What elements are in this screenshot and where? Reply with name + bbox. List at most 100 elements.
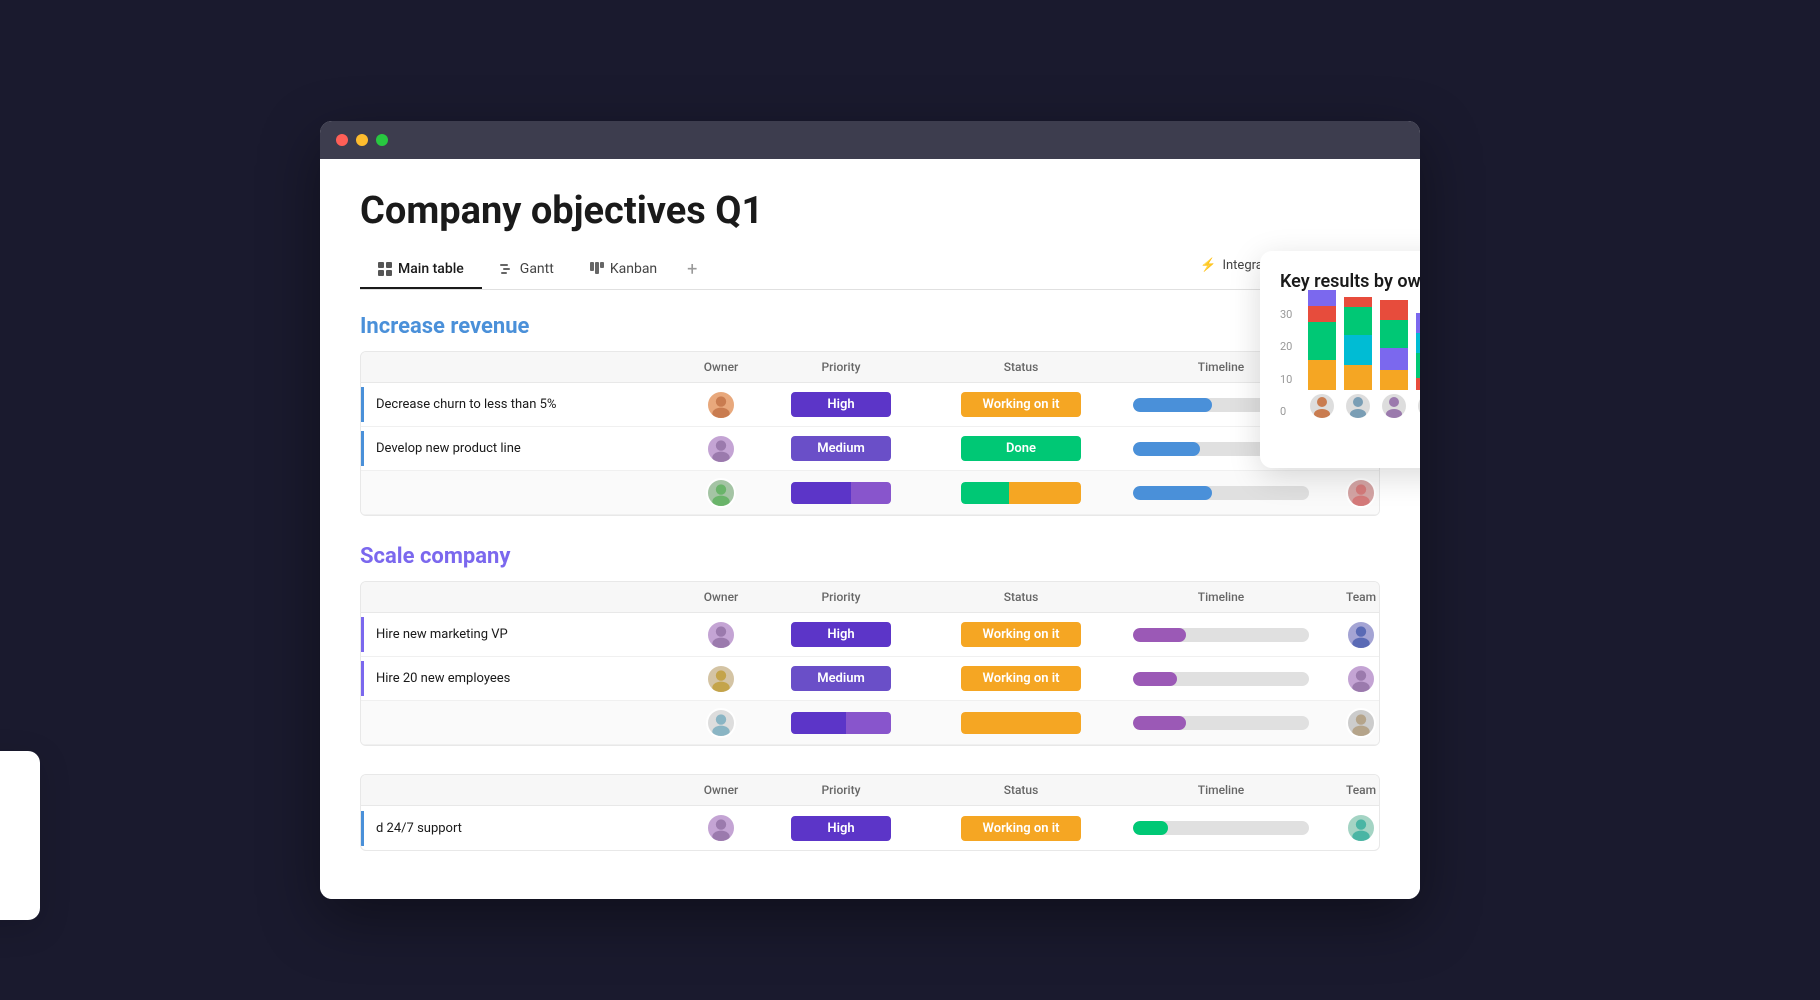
col-status-2: Status	[921, 582, 1121, 612]
scale-timeline-container-1	[1133, 628, 1309, 642]
row-status-2[interactable]: Done	[921, 430, 1121, 467]
y-label-20: 20	[1280, 340, 1292, 353]
table-header-2: Owner Priority Status Timeline Team +	[361, 582, 1379, 613]
table-row: d 24/7 support High Working on it	[361, 806, 1379, 850]
bar-avatar-2	[1346, 394, 1370, 418]
table-row: Hire new marketing VP High Working on it	[361, 613, 1379, 657]
summary-timeline-container-1	[1133, 486, 1309, 500]
scale-owner-avatar-2[interactable]	[706, 664, 736, 694]
bar-seg-red-4	[1416, 378, 1420, 390]
summary-timeline-bar-1	[1133, 486, 1212, 500]
scale-timeline-1	[1121, 622, 1321, 648]
progress-panel-title: Progress status	[0, 775, 16, 796]
section-third: Owner Priority Status Timeline Team + d …	[360, 774, 1380, 851]
summary-priority-1	[761, 476, 921, 510]
section-scale-company: Scale company Owner Priority Status Time…	[360, 544, 1380, 746]
stacked-bar-1	[1308, 290, 1336, 390]
scale-owner-2[interactable]	[681, 658, 761, 700]
row-status-1[interactable]: Working on it	[921, 386, 1121, 423]
scale-status-badge-2: Working on it	[961, 666, 1081, 691]
stacked-bar-2	[1344, 290, 1372, 390]
col-timeline-3: Timeline	[1121, 775, 1321, 805]
priority-badge-medium-1: Medium	[791, 436, 891, 461]
team-avatar-1	[1346, 478, 1376, 508]
third-owner-1[interactable]	[681, 807, 761, 849]
section-increase-revenue: Increase revenue Owner Priority Status T…	[360, 314, 1380, 516]
y-label-0: 0	[1280, 405, 1292, 418]
add-tab-button[interactable]: +	[675, 251, 709, 290]
tab-main-table[interactable]: Main table	[360, 253, 482, 289]
close-dot[interactable]	[336, 134, 348, 146]
integrate-icon: ⚡	[1200, 258, 1216, 273]
table-row: Decrease churn to less than 5% High Work…	[361, 383, 1379, 427]
third-row-name-1: d 24/7 support	[361, 811, 681, 846]
scale-status-1[interactable]: Working on it	[921, 616, 1121, 653]
bar-seg-green-4	[1416, 353, 1420, 378]
table-row: Hire 20 new employees Medium Working on …	[361, 657, 1379, 701]
scale-priority-badge-2: Medium	[791, 666, 891, 691]
scale-team-avatar-2	[1346, 664, 1376, 694]
row-owner-1[interactable]	[681, 384, 761, 426]
timeline-bar-1	[1133, 398, 1212, 412]
y-label-10: 10	[1280, 373, 1292, 386]
row-priority-2[interactable]: Medium	[761, 430, 921, 467]
third-timeline-bar-1	[1133, 821, 1168, 835]
bar-avatar-3	[1382, 394, 1406, 418]
team-avatar-2	[1346, 708, 1376, 738]
third-team-1	[1321, 807, 1380, 849]
summary-owner-1	[706, 478, 736, 508]
bar-seg-purple-4	[1416, 313, 1420, 333]
third-priority-1[interactable]: High	[761, 810, 921, 847]
scale-owner-1[interactable]	[681, 614, 761, 656]
tab-kanban[interactable]: Kanban	[572, 253, 675, 289]
summary-row-2	[361, 701, 1379, 745]
summary-avatar-1	[681, 472, 761, 514]
summary-team-1	[1321, 472, 1380, 514]
maximize-dot[interactable]	[376, 134, 388, 146]
bar-seg-red-3	[1380, 300, 1408, 320]
bar-avatar-4	[1418, 394, 1420, 418]
grid-icon	[378, 262, 392, 276]
scale-timeline-bar-1	[1133, 628, 1186, 642]
section-title-increase-revenue: Increase revenue	[360, 314, 1380, 339]
third-owner-avatar-1[interactable]	[706, 813, 736, 843]
third-timeline-1	[1121, 815, 1321, 841]
mixed-priority-bar-2	[791, 712, 891, 734]
col-timeline-2: Timeline	[1121, 582, 1321, 612]
bar-avatar-1	[1310, 394, 1334, 418]
scale-priority-badge-1: High	[791, 622, 891, 647]
mixed-status-bar-2	[961, 712, 1081, 734]
third-timeline-container-1	[1133, 821, 1309, 835]
bar-group-4	[1416, 290, 1420, 418]
col-priority-1: Priority	[761, 352, 921, 382]
owner-avatar-2[interactable]	[706, 434, 736, 464]
row-priority-1[interactable]: High	[761, 386, 921, 423]
priority-badge-high-1: High	[791, 392, 891, 417]
col-status-3: Status	[921, 775, 1121, 805]
third-team-avatar-1	[1346, 813, 1376, 843]
col-name-3	[361, 775, 681, 805]
bar-seg-green-3	[1380, 320, 1408, 348]
scale-priority-1[interactable]: High	[761, 616, 921, 653]
table-header-3: Owner Priority Status Timeline Team +	[361, 775, 1379, 806]
owner-avatar-1[interactable]	[706, 390, 736, 420]
tab-gantt[interactable]: Gantt	[482, 253, 572, 289]
scale-status-badge-1: Working on it	[961, 622, 1081, 647]
scale-priority-2[interactable]: Medium	[761, 660, 921, 697]
gantt-icon	[500, 262, 514, 276]
tabs-bar: Main table Gantt	[360, 251, 1380, 290]
third-priority-badge-1: High	[791, 816, 891, 841]
col-priority-2: Priority	[761, 582, 921, 612]
row-name-1: Decrease churn to less than 5%	[361, 387, 681, 422]
bar-group-3	[1380, 290, 1408, 418]
browser-titlebar	[320, 121, 1420, 159]
stacked-bar-4	[1416, 290, 1420, 390]
row-owner-2[interactable]	[681, 428, 761, 470]
col-owner-1: Owner	[681, 352, 761, 382]
scale-status-2[interactable]: Working on it	[921, 660, 1121, 697]
tab-kanban-label: Kanban	[610, 261, 657, 277]
minimize-dot[interactable]	[356, 134, 368, 146]
third-status-1[interactable]: Working on it	[921, 810, 1121, 847]
summary-status-1	[921, 476, 1121, 510]
scale-owner-avatar-1[interactable]	[706, 620, 736, 650]
